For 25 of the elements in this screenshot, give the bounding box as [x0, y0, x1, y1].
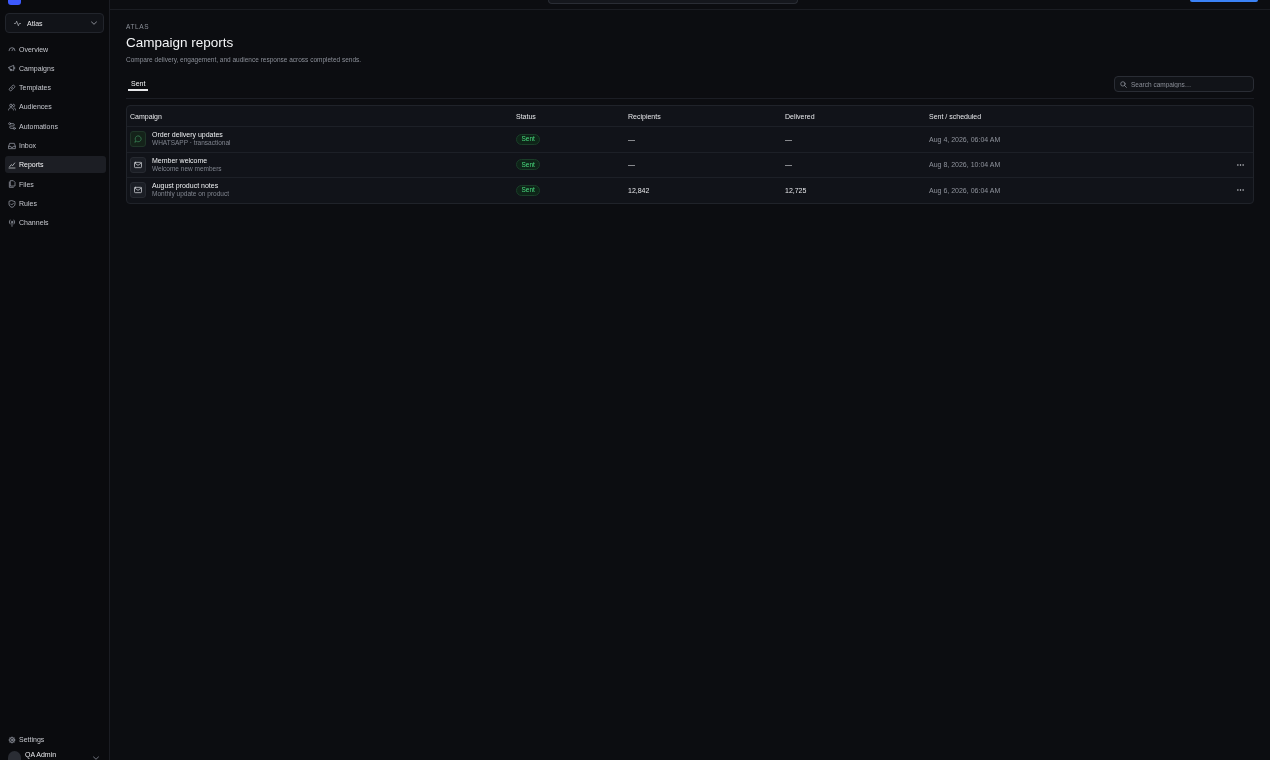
- link-icon: [8, 83, 16, 92]
- logo-icon: [8, 0, 21, 5]
- gauge-icon: [8, 45, 16, 53]
- antenna-icon: [8, 218, 16, 227]
- page-title: Campaign reports: [126, 34, 235, 52]
- users-icon: [8, 103, 16, 111]
- inbox-icon: [8, 141, 16, 150]
- ellipsis-icon: [1236, 163, 1244, 166]
- route-icon: [8, 122, 16, 131]
- chat-icon: [130, 131, 146, 148]
- avatar: [8, 751, 21, 760]
- search-icon: [1120, 80, 1127, 88]
- ellipsis-icon: [1236, 189, 1244, 192]
- chevron-down-icon: [93, 756, 99, 760]
- files-icon: [8, 180, 16, 189]
- chevron-down-icon: [91, 21, 97, 25]
- settings-icon: [8, 735, 16, 744]
- envelope-icon: [130, 156, 146, 173]
- more-button[interactable]: [1236, 162, 1244, 167]
- pulse-icon: [14, 19, 21, 27]
- chart-icon: [8, 160, 16, 169]
- more-button[interactable]: [1236, 188, 1244, 193]
- shield-icon: [8, 199, 16, 208]
- megaphone-icon: [8, 64, 16, 73]
- envelope-icon: [130, 182, 146, 199]
